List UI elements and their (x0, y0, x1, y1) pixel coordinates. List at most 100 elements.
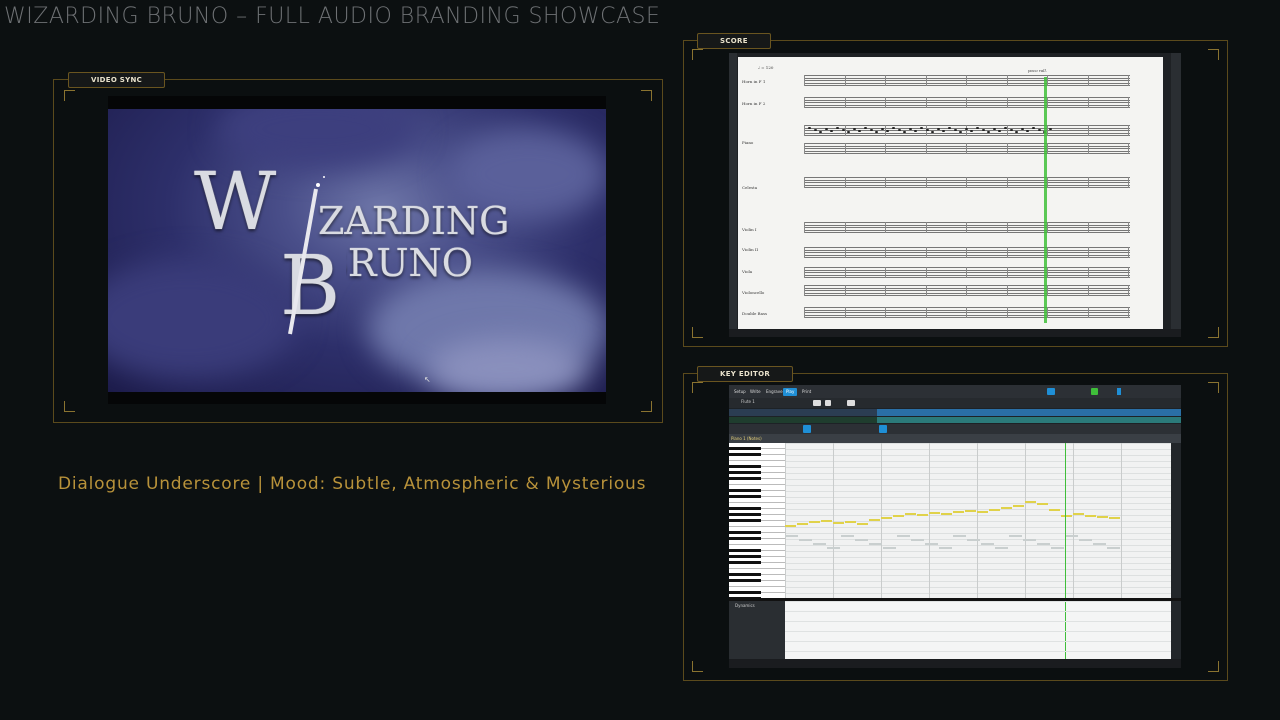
note (1037, 129, 1041, 131)
midi-note[interactable] (995, 547, 1008, 549)
track-icon[interactable] (813, 400, 821, 406)
midi-note[interactable] (845, 521, 856, 523)
midi-note[interactable] (1051, 547, 1064, 549)
midi-note[interactable] (953, 511, 964, 513)
dynamics-header: Dynamics (729, 601, 785, 659)
track-icon[interactable] (825, 400, 831, 406)
midi-note[interactable] (869, 519, 880, 521)
midi-note[interactable] (833, 522, 844, 524)
tab-print[interactable]: Print (799, 388, 814, 396)
midi-note[interactable] (785, 535, 798, 537)
note (1020, 128, 1024, 130)
midi-note[interactable] (939, 547, 952, 549)
tab-setup[interactable]: Setup (731, 388, 749, 396)
midi-note[interactable] (1065, 535, 1078, 537)
midi-note[interactable] (1037, 503, 1048, 505)
track-region[interactable] (877, 417, 1181, 423)
midi-note[interactable] (841, 535, 854, 537)
page-title: WIZARDING BRUNO – FULL AUDIO BRANDING SH… (4, 4, 661, 29)
instrument-name: Piano (742, 140, 754, 145)
midi-note[interactable] (1097, 516, 1108, 518)
note (925, 129, 929, 131)
instrument-name: Double Bass (742, 311, 768, 316)
staff (804, 285, 1130, 297)
staff (804, 222, 1130, 234)
staff (804, 307, 1130, 319)
midi-note[interactable] (1023, 539, 1036, 541)
midi-note[interactable] (917, 514, 928, 516)
midi-note[interactable] (881, 517, 892, 519)
instrument-name: Violoncello (742, 290, 765, 295)
midi-note[interactable] (911, 539, 924, 541)
midi-note[interactable] (869, 543, 882, 545)
midi-note[interactable] (797, 523, 808, 525)
midi-note[interactable] (925, 543, 938, 545)
key-editor-window[interactable]: Setup Write Engrave Play Print Flute 1 P… (729, 385, 1181, 668)
midi-note[interactable] (965, 510, 976, 512)
video-player[interactable]: W ZARDING B BRUNO ↖ (108, 109, 606, 392)
piano-roll-grid[interactable] (785, 443, 1171, 598)
midi-note[interactable] (857, 523, 868, 525)
note (841, 129, 845, 131)
midi-note[interactable] (953, 535, 966, 537)
midi-note[interactable] (809, 521, 820, 523)
score-status-bar (729, 329, 1181, 337)
ruler (729, 434, 1181, 443)
midi-note[interactable] (989, 509, 1000, 511)
midi-note[interactable] (1037, 543, 1050, 545)
tab-write[interactable]: Write (747, 388, 764, 396)
score-left-toolbar[interactable] (729, 53, 737, 337)
transport-play-button[interactable] (1047, 388, 1055, 395)
score-right-toolbar[interactable] (1171, 53, 1181, 337)
midi-note[interactable] (827, 547, 840, 549)
midi-note[interactable] (1009, 535, 1022, 537)
midi-note[interactable] (1025, 501, 1036, 503)
score-label: SCORE (697, 33, 771, 49)
midi-note[interactable] (821, 520, 832, 522)
midi-note[interactable] (893, 515, 904, 517)
staff (804, 177, 1130, 189)
midi-note[interactable] (1079, 539, 1092, 541)
midi-note[interactable] (1049, 509, 1060, 511)
staff (804, 125, 1130, 137)
note (892, 127, 895, 129)
mood-caption: Dialogue Underscore | Mood: Subtle, Atmo… (58, 474, 647, 494)
click-toggle[interactable] (1117, 388, 1121, 395)
midi-note[interactable] (785, 525, 796, 527)
midi-note[interactable] (883, 547, 896, 549)
frame-corner (1208, 382, 1219, 393)
midi-note[interactable] (981, 543, 994, 545)
tab-play[interactable]: Play (783, 388, 798, 396)
piano-keyboard[interactable] (729, 443, 785, 600)
midi-note[interactable] (1001, 507, 1012, 509)
midi-note[interactable] (977, 511, 988, 513)
midi-note[interactable] (1107, 547, 1120, 549)
draw-tool-icon[interactable] (879, 425, 887, 433)
track-icon[interactable] (847, 400, 855, 406)
midi-note[interactable] (967, 539, 980, 541)
mode-toolbar: Setup Write Engrave Play Print (729, 385, 1181, 398)
midi-note[interactable] (941, 513, 952, 515)
midi-note[interactable] (799, 539, 812, 541)
midi-note[interactable] (929, 512, 940, 514)
midi-note[interactable] (813, 543, 826, 545)
select-tool-icon[interactable] (803, 425, 811, 433)
midi-note[interactable] (1061, 515, 1072, 517)
track-region[interactable] (877, 409, 1181, 416)
midi-note[interactable] (1109, 517, 1120, 519)
midi-note[interactable] (855, 539, 868, 541)
dynamics-lane[interactable] (785, 601, 1171, 659)
score-editor-window[interactable]: ♩ = 120 poco rall. Horn in F 1 Horn in F … (729, 53, 1181, 337)
note (808, 127, 811, 129)
key-editor-label: KEY EDITOR (697, 366, 794, 382)
wand-icon (288, 176, 325, 335)
midi-note[interactable] (1093, 543, 1106, 545)
record-toggle[interactable] (1091, 388, 1098, 395)
midi-note[interactable] (905, 513, 916, 515)
midi-note[interactable] (1085, 515, 1096, 517)
midi-note[interactable] (897, 535, 910, 537)
tempo-marking: ♩ = 120 (758, 65, 774, 70)
staff (804, 75, 1130, 87)
midi-note[interactable] (1013, 505, 1024, 507)
midi-note[interactable] (1073, 513, 1084, 515)
